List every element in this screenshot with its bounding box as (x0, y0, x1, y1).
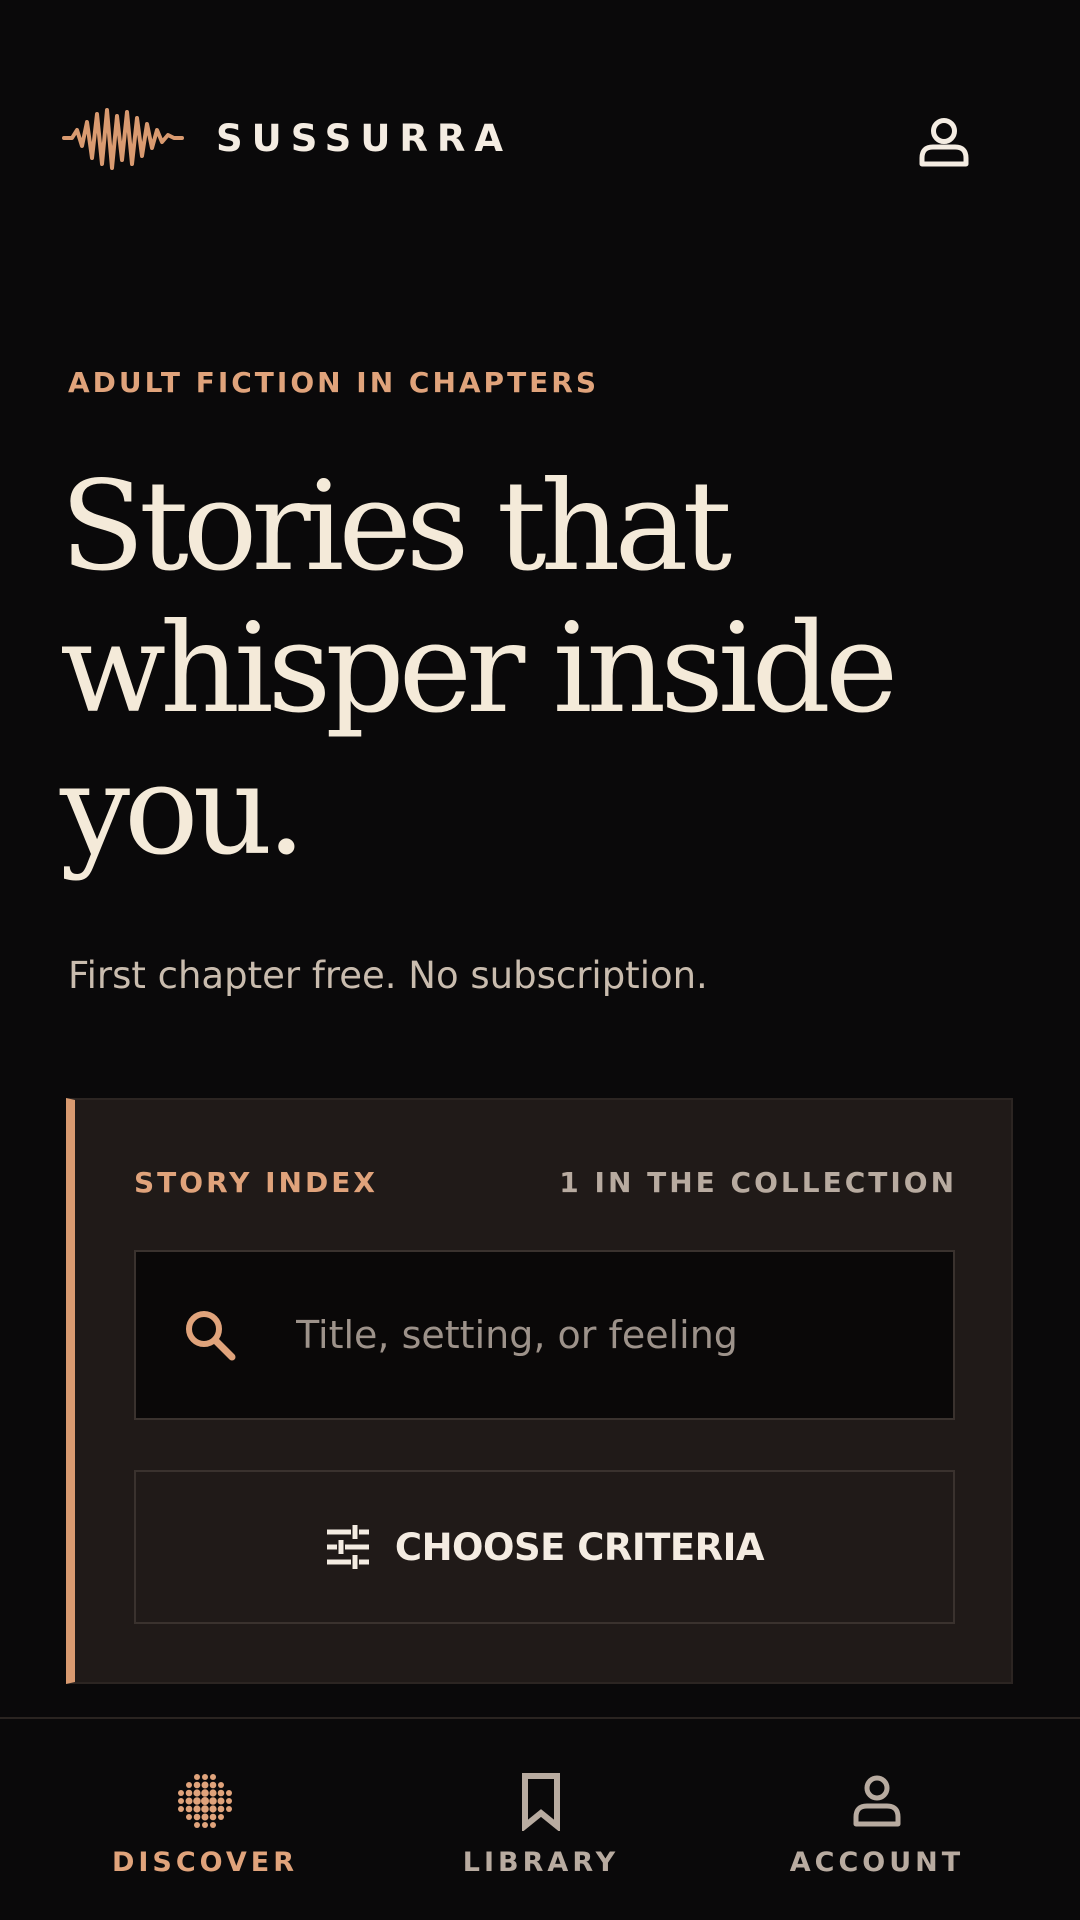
app-header: SUSSURRA (0, 0, 1080, 280)
sliders-icon (326, 1525, 369, 1569)
hero-headline: Stories that whisper inside you. (60, 455, 898, 883)
story-index-card: STORY INDEX 1 IN THE COLLECTION CHOOSE C… (66, 1098, 1013, 1684)
search-box[interactable] (134, 1250, 955, 1420)
waveform-icon (62, 108, 184, 170)
search-icon (186, 1311, 236, 1361)
brand-name: SUSSURRA (216, 116, 512, 160)
choose-criteria-label: CHOOSE CRITERIA (394, 1525, 765, 1569)
bottom-nav: DISCOVER LIBRARY ACCOUNT (0, 1717, 1080, 1920)
hero-eyebrow: ADULT FICTION IN CHAPTERS (68, 366, 600, 399)
choose-criteria-button[interactable]: CHOOSE CRITERIA (134, 1470, 955, 1624)
nav-item-account[interactable]: ACCOUNT (747, 1719, 1007, 1920)
bookmark-icon (522, 1773, 560, 1831)
brand-logo[interactable]: SUSSURRA (62, 102, 512, 174)
account-button[interactable] (910, 108, 978, 176)
nav-item-library[interactable]: LIBRARY (411, 1719, 671, 1920)
story-index-label: STORY INDEX (134, 1166, 378, 1199)
nav-label-account: ACCOUNT (789, 1847, 965, 1878)
hero-subline: First chapter free. No subscription. (68, 954, 708, 997)
collection-count: 1 IN THE COLLECTION (559, 1166, 957, 1199)
user-icon (853, 1775, 901, 1827)
nav-label-discover: DISCOVER (111, 1847, 299, 1878)
dot-grid-icon (178, 1774, 232, 1828)
user-icon (919, 118, 969, 167)
nav-label-library: LIBRARY (462, 1847, 620, 1878)
nav-item-discover[interactable]: DISCOVER (75, 1719, 335, 1920)
search-input[interactable] (296, 1252, 953, 1418)
